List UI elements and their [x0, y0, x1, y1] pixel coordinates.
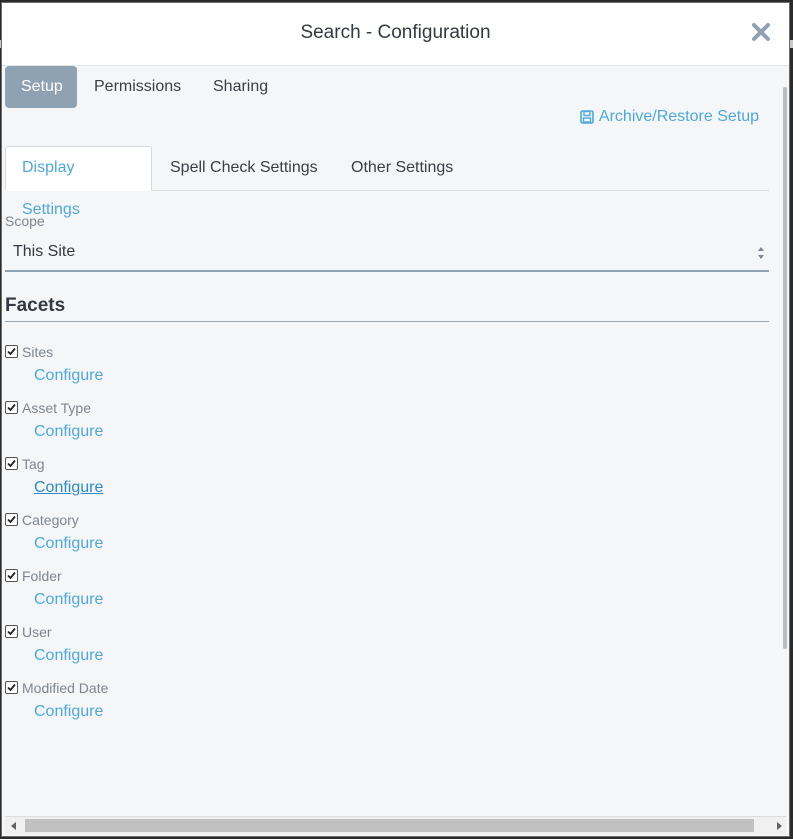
facet-sites: Sites Configure [5, 345, 405, 401]
facet-sites-configure-link[interactable]: Configure [34, 367, 103, 385]
dialog-title: Search - Configuration [300, 22, 491, 43]
facet-label: Sites [22, 344, 54, 360]
facet-modified-date-configure-link[interactable]: Configure [34, 703, 103, 721]
scope-selected-value: This Site [13, 243, 76, 260]
facet-folder-checkbox[interactable] [5, 569, 18, 582]
tab-setup[interactable]: Setup [5, 66, 77, 108]
facet-user-checkbox[interactable] [5, 625, 18, 638]
close-button[interactable] [749, 20, 773, 44]
facet-label: Tag [22, 456, 45, 472]
facet-label: Category [22, 512, 79, 528]
scroll-right-arrow-icon[interactable] [776, 822, 782, 830]
facet-folder-configure-link[interactable]: Configure [34, 591, 103, 609]
facet-category-configure-link[interactable]: Configure [34, 535, 103, 553]
dialog-titlebar: Search - Configuration [2, 3, 789, 66]
close-icon [752, 23, 770, 41]
scope-select[interactable]: This Site [5, 232, 769, 272]
facet-label: User [22, 624, 52, 640]
facet-tag-checkbox[interactable] [5, 457, 18, 470]
settings-subtabs: Display Settings Spell Check Settings Ot… [5, 146, 769, 218]
facet-tag: Tag Configure [5, 457, 405, 513]
archive-restore-setup-label: Archive/Restore Setup [598, 108, 759, 125]
select-arrows-icon [758, 247, 764, 259]
facets-heading: Facets [5, 295, 769, 322]
tab-permissions[interactable]: Permissions [78, 66, 197, 108]
facet-label: Modified Date [22, 680, 109, 696]
tab-sharing[interactable]: Sharing [197, 66, 284, 108]
facet-label: Folder [22, 568, 62, 584]
facet-modified-date: Modified Date Configure [5, 681, 405, 737]
horizontal-scrollbar-thumb[interactable] [25, 819, 754, 832]
facet-category-checkbox[interactable] [5, 513, 18, 526]
facet-user-configure-link[interactable]: Configure [34, 647, 103, 665]
save-icon [580, 110, 594, 124]
facet-user: User Configure [5, 625, 405, 681]
tab-other-settings[interactable]: Other Settings [335, 146, 469, 190]
facet-tag-configure-link[interactable]: Configure [34, 479, 103, 497]
tab-spell-check-settings[interactable]: Spell Check Settings [154, 146, 334, 190]
facet-asset-type: Asset Type Configure [5, 401, 405, 457]
facet-label: Asset Type [22, 400, 92, 416]
facet-modified-date-checkbox[interactable] [5, 681, 18, 694]
scroll-left-arrow-icon[interactable] [11, 822, 17, 830]
facet-sites-checkbox[interactable] [5, 345, 18, 358]
facet-asset-type-configure-link[interactable]: Configure [34, 423, 103, 441]
facet-category: Category Configure [5, 513, 405, 569]
facet-asset-type-checkbox[interactable] [5, 401, 18, 414]
horizontal-scrollbar[interactable] [5, 816, 786, 834]
scope-label: Scope [5, 213, 45, 229]
archive-restore-setup-link[interactable]: Archive/Restore Setup [580, 108, 759, 126]
facet-folder: Folder Configure [5, 569, 405, 625]
tab-display-settings[interactable]: Display Settings [5, 146, 152, 218]
vertical-scrollbar[interactable] [783, 87, 787, 649]
search-configuration-dialog: Search - Configuration Setup Permissions… [1, 2, 790, 837]
